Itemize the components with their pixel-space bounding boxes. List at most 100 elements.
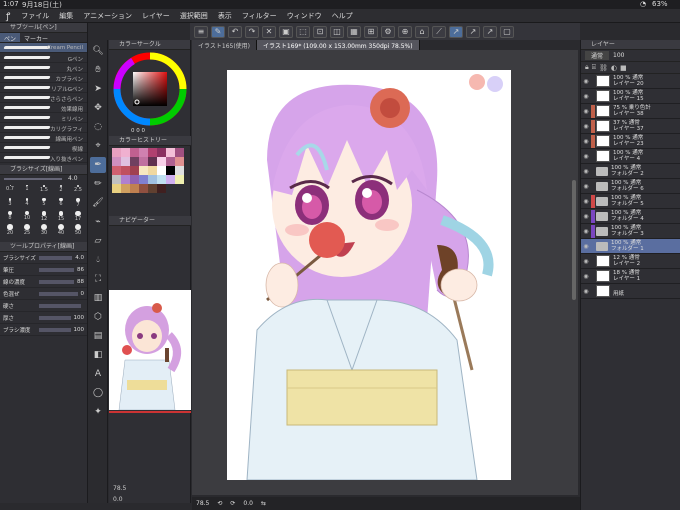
brush-size-preset[interactable]: 15 [53, 211, 69, 224]
color-swatch[interactable] [175, 175, 184, 184]
undo-icon[interactable]: ↶ [228, 25, 242, 38]
brush-item[interactable]: リアルGペン [0, 83, 87, 93]
layer-row[interactable]: ◉ 18 % 通常 レイヤー 1 [581, 269, 680, 284]
color-swatch[interactable] [112, 166, 121, 175]
layer-row[interactable]: ◉ 12 % 通常 レイヤー 2 [581, 254, 680, 269]
flip-icon[interactable]: ⇆ [261, 500, 266, 507]
color-swatch[interactable] [130, 157, 139, 166]
brush-size-preset[interactable]: 4 [19, 198, 35, 211]
symmetry-icon[interactable]: ⌂ [415, 25, 429, 38]
brush-size-preset[interactable]: 5 [36, 198, 52, 211]
tool-property-slider[interactable] [39, 267, 74, 272]
tool-property-row[interactable]: 硬さ [0, 300, 87, 312]
brush-size-preset[interactable]: 12 [36, 211, 52, 224]
menu-window[interactable]: ウィンドウ [282, 11, 327, 21]
color-swatch[interactable] [112, 157, 121, 166]
brush-item[interactable]: 丸ペン [0, 63, 87, 73]
tool-property-slider[interactable] [39, 255, 73, 260]
frame-icon[interactable]: ▤ [90, 328, 106, 344]
layer-row[interactable]: ◉ 100 % 通常 フォルダー 6 [581, 179, 680, 194]
brush-size-preset[interactable]: 50 [70, 224, 86, 237]
pen-pressure-icon[interactable]: ✎ [211, 25, 225, 38]
mask-icon[interactable]: ◐ [611, 64, 617, 72]
tool-property-row[interactable]: 線の濃度 88 [0, 276, 87, 288]
color-swatch[interactable] [157, 166, 166, 175]
menu-icon[interactable]: ≡ [194, 25, 208, 38]
ruler-icon[interactable]: ⊞ [364, 25, 378, 38]
brush-item[interactable]: Gペン [0, 53, 87, 63]
eyedropper-icon[interactable]: ⌖ [90, 138, 106, 154]
zoom-value[interactable]: 78.5 [196, 500, 209, 507]
eye-icon[interactable]: ◉ [581, 93, 591, 100]
tool-property-row[interactable]: 色混ぜ 0 [0, 288, 87, 300]
color-swatch[interactable] [175, 157, 184, 166]
canvas-vertical-scrollbar[interactable] [572, 180, 576, 300]
brush-item[interactable]: Cream Pencil [0, 43, 87, 53]
brush-size-slider[interactable] [4, 178, 62, 180]
brush-size-preset[interactable]: 1 [19, 185, 35, 198]
color-swatch[interactable] [166, 157, 175, 166]
color-swatch[interactable] [121, 148, 130, 157]
brush-size-preset[interactable]: 6 [53, 198, 69, 211]
eye-icon[interactable]: ◉ [581, 243, 591, 250]
menu-filter[interactable]: フィルター [237, 11, 282, 21]
share-icon[interactable]: ▢ [500, 25, 514, 38]
eraser-icon[interactable]: ▱ [90, 233, 106, 249]
brush-icon[interactable]: 🖌︎ [90, 195, 106, 211]
brush-item[interactable]: ミリペン [0, 113, 87, 123]
eye-icon[interactable]: ◉ [581, 213, 591, 220]
blend-mode-select[interactable]: 通常 [585, 51, 610, 60]
menu-layer[interactable]: レイヤー [137, 11, 175, 21]
fill-icon[interactable]: ▣ [279, 25, 293, 38]
tab-pen[interactable]: ペン [0, 33, 21, 43]
color-tag-icon[interactable]: ■ [620, 64, 627, 72]
invert-selection-icon[interactable]: ◫ [330, 25, 344, 38]
brush-item[interactable]: 効果線用 [0, 103, 87, 113]
brush-size-preset[interactable]: 1.5 [36, 185, 52, 198]
color-swatch[interactable] [112, 148, 121, 157]
settings-icon[interactable]: ⚙ [381, 25, 395, 38]
brush-size-preset[interactable]: 0.7 [2, 185, 18, 198]
tab-marker[interactable]: マーカー [20, 33, 52, 43]
layer-row[interactable]: ◉ 100 % 通常 フォルダー 2 [581, 164, 680, 179]
color-swatch[interactable] [148, 157, 157, 166]
color-swatch[interactable] [130, 175, 139, 184]
clear-icon[interactable]: ✕ [262, 25, 276, 38]
tool-property-slider[interactable] [39, 279, 74, 284]
brush-item[interactable]: カブラペン [0, 73, 87, 83]
tool-property-row[interactable]: 厚さ 100 [0, 312, 87, 324]
layer-row[interactable]: ◉ 100 % 通常 レイヤー 20 [581, 74, 680, 89]
layer-row[interactable]: ◉ 100 % 通常 レイヤー 23 [581, 134, 680, 149]
brush-size-preset[interactable]: 8 [2, 211, 18, 224]
eye-icon[interactable]: ◉ [581, 168, 591, 175]
color-swatch[interactable] [121, 175, 130, 184]
color-swatch[interactable] [139, 184, 148, 193]
brush-item[interactable]: さらさらペン [0, 93, 87, 103]
layer-move-icon[interactable]: ✥ [90, 100, 106, 116]
figure-icon[interactable]: ⬡ [90, 309, 106, 325]
color-swatch[interactable] [148, 175, 157, 184]
reference-icon[interactable]: ⛓ [599, 64, 608, 72]
move-icon[interactable]: ✋︎ [90, 62, 106, 78]
color-swatch[interactable] [148, 166, 157, 175]
eye-icon[interactable]: ◉ [581, 198, 591, 205]
transform-icon[interactable]: ⬚ [296, 25, 310, 38]
color-swatch[interactable] [139, 157, 148, 166]
layer-row[interactable]: ◉ 100 % 通常 フォルダー 5 [581, 194, 680, 209]
layer-row[interactable]: ◉ 75 % 乗り色計 レイヤー 38 [581, 104, 680, 119]
eye-icon[interactable]: ◉ [581, 273, 591, 280]
tool-property-row[interactable]: ブラシサイズ 4.0 [0, 252, 87, 264]
layer-row[interactable]: ◉ 100 % 通常 フォルダー 3 [581, 224, 680, 239]
app-logo-icon[interactable]: ꝭ [0, 9, 16, 22]
color-swatch[interactable] [139, 175, 148, 184]
brush-size-preset[interactable]: 20 [2, 224, 18, 237]
color-wheel[interactable] [113, 52, 187, 126]
text-icon[interactable]: A [90, 366, 106, 382]
grid-icon[interactable]: ▦ [347, 25, 361, 38]
navigator-preview[interactable] [109, 290, 191, 410]
brush-size-preset[interactable]: 3 [2, 198, 18, 211]
balloon-icon[interactable]: ◯ [90, 385, 106, 401]
color-swatch[interactable] [130, 166, 139, 175]
layer-row[interactable]: ◉ 100 % 通常 フォルダー 1 [581, 239, 680, 254]
layer-row[interactable]: ◉ 用紙 [581, 284, 680, 299]
